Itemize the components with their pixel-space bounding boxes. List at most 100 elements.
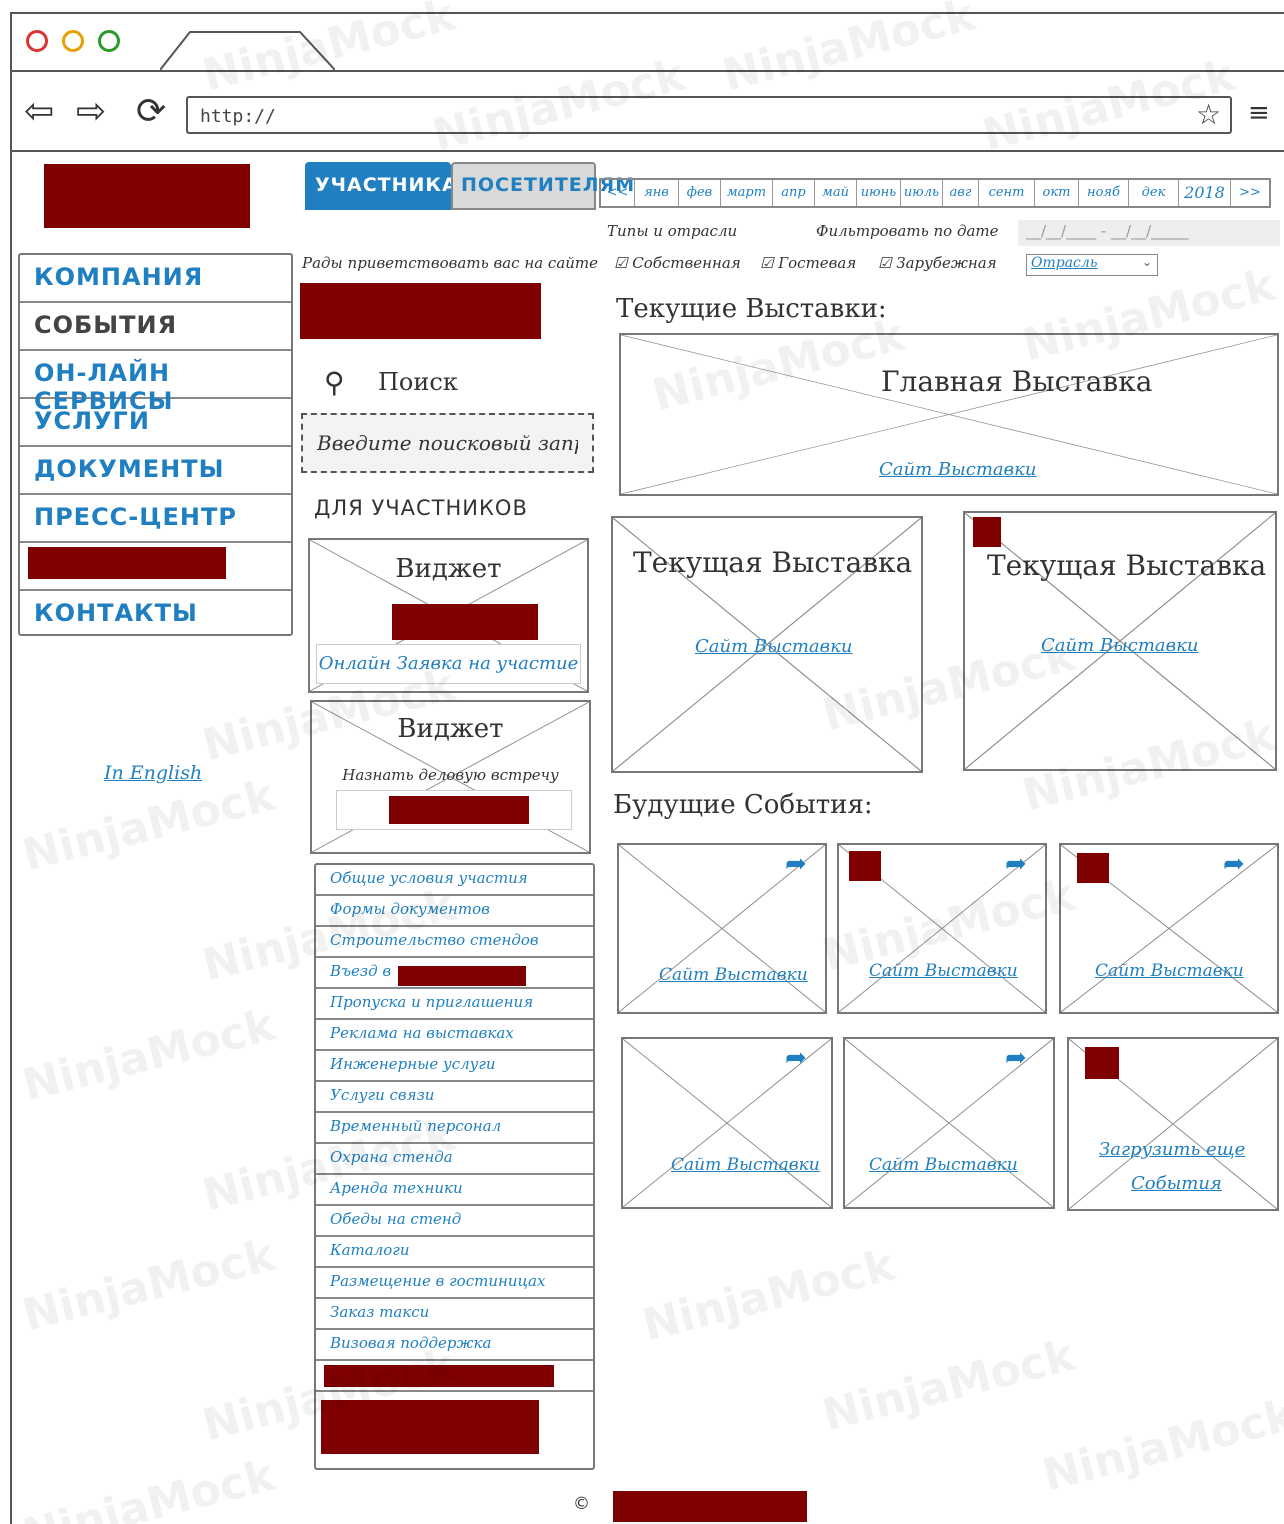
back-arrow-icon[interactable]: ⇦ [24, 88, 54, 136]
participant-links: Общие условия участия Формы документов С… [314, 863, 595, 1470]
link-visa[interactable]: Визовая поддержка [316, 1330, 593, 1361]
link-engineering[interactable]: Инженерные услуги [316, 1051, 593, 1082]
star-icon[interactable]: ☆ [1196, 98, 1221, 131]
company-name [300, 283, 541, 339]
nav-item-online-services[interactable]: ОН-ЛАЙН СЕРВИСЫ [20, 351, 291, 415]
browser-tab[interactable] [160, 30, 335, 70]
nav-item-events[interactable]: СОБЫТИЯ [20, 303, 291, 351]
nav-item-services[interactable]: УСЛУГИ [20, 399, 291, 447]
tabbar-divider [10, 70, 1284, 72]
link-entry[interactable]: Въезд в [316, 958, 593, 989]
widget-title: Виджет [395, 554, 502, 584]
nav-item-press-center[interactable]: ПРЕСС-ЦЕНТР [20, 495, 291, 543]
share-icon[interactable]: ➦ [785, 1043, 807, 1073]
checkbox-own-icon: ☑ [614, 254, 633, 272]
month-sep[interactable]: сент [979, 180, 1035, 206]
year-2018[interactable]: 2018 [1179, 180, 1231, 206]
share-icon[interactable]: ➦ [1005, 1043, 1027, 1073]
link-redacted-2[interactable] [316, 1392, 593, 1468]
nav-item-contacts[interactable]: КОНТАКТЫ [20, 591, 291, 639]
load-more-line2[interactable]: События [1131, 1173, 1222, 1194]
search-input[interactable] [301, 413, 594, 473]
month-feb[interactable]: фев [679, 180, 721, 206]
card-site-link[interactable]: Сайт Выставки [1095, 961, 1244, 981]
nav-item-redacted[interactable] [20, 543, 291, 591]
month-prev[interactable]: << [601, 180, 635, 206]
card-badge [849, 851, 881, 881]
industry-select[interactable]: Отрасль ⌄ [1026, 254, 1158, 276]
forward-arrow-icon[interactable]: ⇨ [76, 88, 106, 136]
current-exhibition-card-2: Текущая Выставка Сайт Выставки [963, 511, 1277, 771]
link-advertising[interactable]: Реклама на выставках [316, 1020, 593, 1051]
close-window-icon[interactable] [26, 30, 48, 52]
month-jul[interactable]: июль [901, 180, 943, 206]
reload-icon[interactable]: ⟳ [136, 88, 166, 136]
link-document-forms[interactable]: Формы документов [316, 896, 593, 927]
month-jan[interactable]: янв [635, 180, 679, 206]
tab-participants[interactable]: УЧАСТНИКАМ [305, 162, 477, 210]
checkbox-foreign-label: Зарубежная [896, 254, 997, 272]
share-icon[interactable]: ➦ [785, 849, 807, 879]
share-icon[interactable]: ➦ [1005, 849, 1027, 879]
load-more-card[interactable]: Загрузить еще События [1067, 1037, 1279, 1211]
link-lunch[interactable]: Обеды на стенд [316, 1206, 593, 1237]
load-more-line1[interactable]: Загрузить еще [1099, 1139, 1245, 1160]
link-catalogs[interactable]: Каталоги [316, 1237, 593, 1268]
card-site-link[interactable]: Сайт Выставки [1041, 635, 1198, 656]
minimize-window-icon[interactable] [62, 30, 84, 52]
link-security[interactable]: Охрана стенда [316, 1144, 593, 1175]
for-participants-heading: ДЛЯ УЧАСТНИКОВ [314, 496, 528, 520]
url-bar[interactable]: http:// [186, 96, 1232, 134]
card-site-link[interactable]: Сайт Выставки [869, 1155, 1018, 1175]
site-logo[interactable] [44, 164, 250, 228]
future-event-card-1: ➦ Сайт Выставки [617, 843, 827, 1014]
card-site-link[interactable]: Сайт Выставки [671, 1155, 820, 1175]
checkbox-own[interactable]: ☑ Собственная [614, 254, 741, 272]
link-passes[interactable]: Пропуска и приглашения [316, 989, 593, 1020]
link-communication[interactable]: Услуги связи [316, 1082, 593, 1113]
card-site-link[interactable]: Сайт Выставки [869, 961, 1018, 981]
month-apr[interactable]: апр [773, 180, 815, 206]
hamburger-icon[interactable]: ≡ [1248, 98, 1270, 128]
widget-meeting: Виджет Назнать деловую встречу [310, 700, 591, 854]
link-redacted-1[interactable] [316, 1361, 593, 1392]
meeting-button[interactable] [336, 790, 572, 830]
footer-company [613, 1491, 807, 1522]
link-hotels[interactable]: Размещение в гостиницах [316, 1268, 593, 1299]
widget-application: Виджет Онлайн Заявка на участие [308, 538, 589, 693]
link-stand-building[interactable]: Строительство стендов [316, 927, 593, 958]
link-general-conditions[interactable]: Общие условия участия [316, 865, 593, 896]
month-jun[interactable]: июнь [857, 180, 901, 206]
english-link[interactable]: In English [104, 762, 202, 784]
month-nov[interactable]: нояб [1079, 180, 1129, 206]
share-icon[interactable]: ➦ [1223, 849, 1245, 879]
month-oct[interactable]: окт [1035, 180, 1079, 206]
online-application-link[interactable]: Онлайн Заявка на участие [316, 644, 581, 684]
future-events-heading: Будущие События: [613, 790, 873, 820]
checkbox-own-label: Собственная [632, 254, 741, 272]
card-title: Текущая Выставка [987, 549, 1267, 582]
month-mar[interactable]: март [721, 180, 773, 206]
maximize-window-icon[interactable] [98, 30, 120, 52]
month-next[interactable]: >> [1231, 180, 1269, 206]
left-nav: КОМПАНИЯ СОБЫТИЯ ОН-ЛАЙН СЕРВИСЫ УСЛУГИ … [18, 253, 293, 636]
nav-item-documents[interactable]: ДОКУМЕНТЫ [20, 447, 291, 495]
card-badge [1085, 1047, 1119, 1079]
checkbox-foreign-icon: ☑ [878, 254, 897, 272]
tab-visitors[interactable]: ПОСЕТИТЕЛЯМ [451, 162, 634, 210]
month-aug[interactable]: авг [943, 180, 979, 206]
link-entry-label: Въезд в [330, 962, 392, 980]
link-equipment-rental[interactable]: Аренда техники [316, 1175, 593, 1206]
month-may[interactable]: май [815, 180, 857, 206]
checkbox-guest[interactable]: ☑ Гостевая [760, 254, 856, 272]
main-exhibition-link[interactable]: Сайт Выставки [879, 459, 1036, 480]
link-temp-staff[interactable]: Временный персонал [316, 1113, 593, 1144]
date-range-input[interactable]: __/__/____ - __/__/_____ [1018, 220, 1280, 246]
card-site-link[interactable]: Сайт Выставки [659, 965, 808, 985]
link-taxi[interactable]: Заказ такси [316, 1299, 593, 1330]
checkbox-foreign[interactable]: ☑ Зарубежная [878, 254, 997, 272]
industry-select-value: Отрасль [1031, 255, 1098, 271]
month-dec[interactable]: дек [1129, 180, 1179, 206]
card-site-link[interactable]: Сайт Выставки [695, 636, 852, 657]
nav-item-company[interactable]: КОМПАНИЯ [20, 255, 291, 303]
